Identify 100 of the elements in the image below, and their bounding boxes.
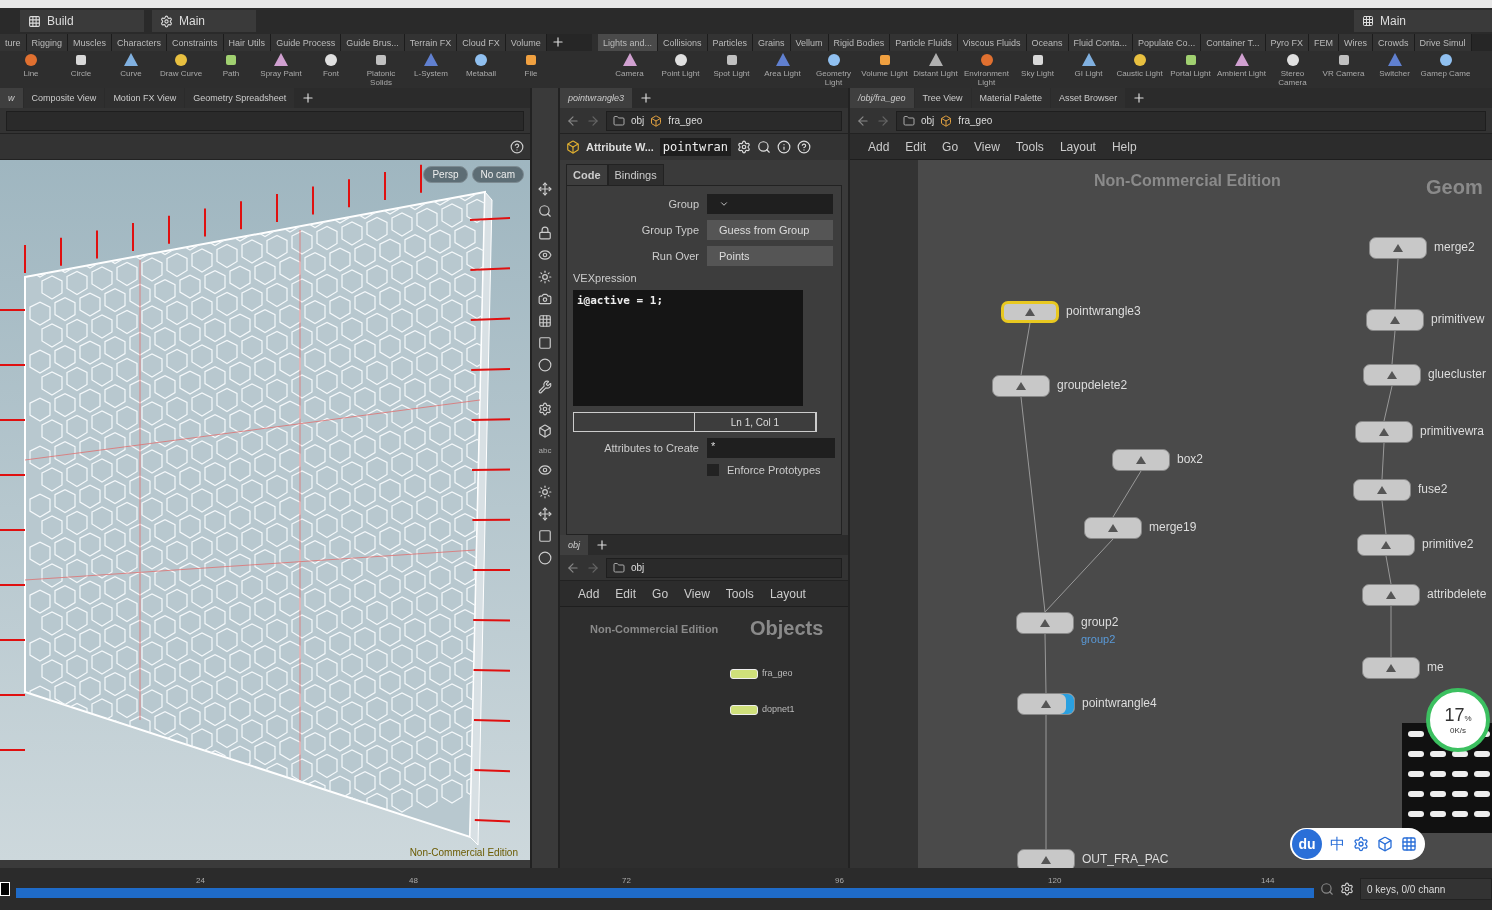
back-arrow-icon[interactable] xyxy=(856,113,870,128)
checkbox[interactable] xyxy=(707,464,719,476)
input-method-bar[interactable]: du 中 xyxy=(1290,828,1425,860)
shelf-tab[interactable]: Hair Utils xyxy=(223,34,272,51)
shelf-tool[interactable]: Point Light xyxy=(655,51,706,88)
shelf-tab[interactable]: Drive Simul xyxy=(1414,34,1472,51)
shelf-tool[interactable]: File xyxy=(506,51,556,88)
menu-item[interactable]: Layout xyxy=(769,586,806,601)
text-tool[interactable]: abc xyxy=(538,446,552,455)
shelf-tool[interactable]: Line xyxy=(6,51,56,88)
section-tab[interactable]: Code xyxy=(566,164,608,185)
group-field[interactable] xyxy=(707,194,833,214)
help-icon[interactable] xyxy=(796,140,811,154)
shelf-tab[interactable]: Muscles xyxy=(68,34,113,51)
viewport-tool-icon[interactable] xyxy=(538,292,552,306)
shelf-tool[interactable]: Sky Light xyxy=(1012,51,1063,88)
viewport-tool-icon[interactable] xyxy=(538,248,552,262)
shelf-tab[interactable]: Rigid Bodies xyxy=(828,34,891,51)
desktop-dropdown[interactable]: Main xyxy=(1354,10,1492,32)
gear-icon[interactable] xyxy=(1353,836,1369,852)
grid-icon[interactable] xyxy=(1401,836,1417,852)
viewport-tool-icon[interactable] xyxy=(538,314,552,328)
network-node[interactable] xyxy=(1112,449,1170,471)
shelf-tool[interactable]: Environment Light xyxy=(961,51,1012,88)
shelf-tab[interactable]: Grains xyxy=(753,34,791,51)
shelf-tab[interactable]: Characters xyxy=(112,34,168,51)
add-tab-icon[interactable] xyxy=(550,35,565,49)
shelf-tool[interactable]: GI Light xyxy=(1063,51,1114,88)
shelf-tool[interactable]: VR Camera xyxy=(1318,51,1369,88)
shelf-tab[interactable]: Container T... xyxy=(1201,34,1266,51)
pane-tab[interactable]: Geometry Spreadsheet xyxy=(185,88,295,108)
network-node[interactable] xyxy=(1369,237,1427,259)
pane-tab[interactable]: Motion FX View xyxy=(105,88,185,108)
path-crumb[interactable]: fra_geo xyxy=(668,115,703,126)
viewport-tool-icon[interactable] xyxy=(538,551,552,565)
viewport-tool-icon[interactable] xyxy=(538,358,552,372)
shelf-tool[interactable]: Platonic Solids xyxy=(356,51,406,88)
shelf-tool[interactable]: Path xyxy=(206,51,256,88)
path-crumb[interactable]: obj xyxy=(631,562,645,573)
pane-tab[interactable]: obj xyxy=(560,535,588,555)
network-node[interactable] xyxy=(1017,693,1075,715)
viewport-tool-icon[interactable] xyxy=(538,507,552,521)
shelf-tab[interactable]: ture xyxy=(0,34,27,51)
menu-item[interactable]: View xyxy=(974,139,1000,154)
add-tab-icon[interactable] xyxy=(595,538,609,552)
info-icon[interactable] xyxy=(776,140,791,154)
pane-tab[interactable]: pointwrangle3 xyxy=(560,88,633,108)
code-editor[interactable]: i@active = 1; xyxy=(573,290,803,406)
pane-tab[interactable]: /obj/fra_geo xyxy=(850,88,914,108)
viewport-tool-icon[interactable] xyxy=(538,463,552,477)
shelf-tool[interactable]: Circle xyxy=(56,51,106,88)
network-node[interactable] xyxy=(1363,364,1421,386)
attributes-field[interactable]: * xyxy=(707,438,835,458)
desktop-dropdown[interactable]: Main xyxy=(152,10,256,32)
network-node[interactable] xyxy=(1362,657,1420,679)
shelf-tool[interactable]: Font xyxy=(306,51,356,88)
path-crumb[interactable]: obj xyxy=(631,115,645,126)
shelf-tool[interactable]: Geometry Light xyxy=(808,51,859,88)
pane-tab[interactable]: Asset Browser xyxy=(1051,88,1126,108)
shelf-tab[interactable]: Viscous Fluids xyxy=(957,34,1027,51)
shelf-tab[interactable]: Vellum xyxy=(790,34,829,51)
network-node[interactable] xyxy=(1366,309,1424,331)
search-icon[interactable] xyxy=(756,140,771,154)
add-tab-icon[interactable] xyxy=(639,91,654,105)
shelf-tool[interactable]: Camera xyxy=(604,51,655,88)
add-tab-icon[interactable] xyxy=(301,91,316,105)
shelf-tool[interactable]: Portal Light xyxy=(1165,51,1216,88)
menu-item[interactable]: Layout xyxy=(1059,139,1096,154)
shelf-tool[interactable]: Gamep Came xyxy=(1420,51,1471,88)
shelf-tool[interactable]: Distant Light xyxy=(910,51,961,88)
shelf-tab[interactable]: Particles xyxy=(707,34,754,51)
section-tab[interactable]: Bindings xyxy=(607,164,664,185)
shelf-tool[interactable]: Switcher xyxy=(1369,51,1420,88)
shelf-tool[interactable]: Volume Light xyxy=(859,51,910,88)
viewport-tool-icon[interactable] xyxy=(538,270,552,284)
shelf-tab[interactable]: Volume xyxy=(505,34,547,51)
viewport-tool-icon[interactable] xyxy=(538,485,552,499)
back-arrow-icon[interactable] xyxy=(566,113,580,128)
network-node[interactable] xyxy=(1001,301,1059,323)
gear-icon[interactable] xyxy=(736,140,751,154)
shelf-tab[interactable]: Collisions xyxy=(658,34,708,51)
shelf-tool[interactable]: Spray Paint xyxy=(256,51,306,88)
shelf-tab[interactable]: Crowds xyxy=(1373,34,1415,51)
menu-item[interactable]: Edit xyxy=(905,139,927,154)
viewport-tool-icon[interactable] xyxy=(538,204,552,218)
pane-tab[interactable]: Material Palette xyxy=(971,88,1051,108)
viewport-tool-icon[interactable] xyxy=(538,529,552,543)
shelf-tool[interactable]: Ambient Light xyxy=(1216,51,1267,88)
shelf-tab[interactable]: Rigging xyxy=(26,34,69,51)
shelf-tool[interactable]: Curve xyxy=(106,51,156,88)
shelf-tab[interactable]: Populate Co... xyxy=(1133,34,1202,51)
menu-item[interactable]: Go xyxy=(942,139,959,154)
shelf-tab[interactable]: Oceans xyxy=(1026,34,1069,51)
network-node[interactable] xyxy=(1017,849,1075,868)
viewport-tool-icon[interactable] xyxy=(538,380,552,394)
shelf-tool[interactable]: Area Light xyxy=(757,51,808,88)
menu-item[interactable]: Go xyxy=(652,586,669,601)
shelf-tool[interactable]: Draw Curve xyxy=(156,51,206,88)
shelf-tab[interactable]: Cloud FX xyxy=(457,34,506,51)
shelf-tab[interactable]: Terrain FX xyxy=(404,34,458,51)
